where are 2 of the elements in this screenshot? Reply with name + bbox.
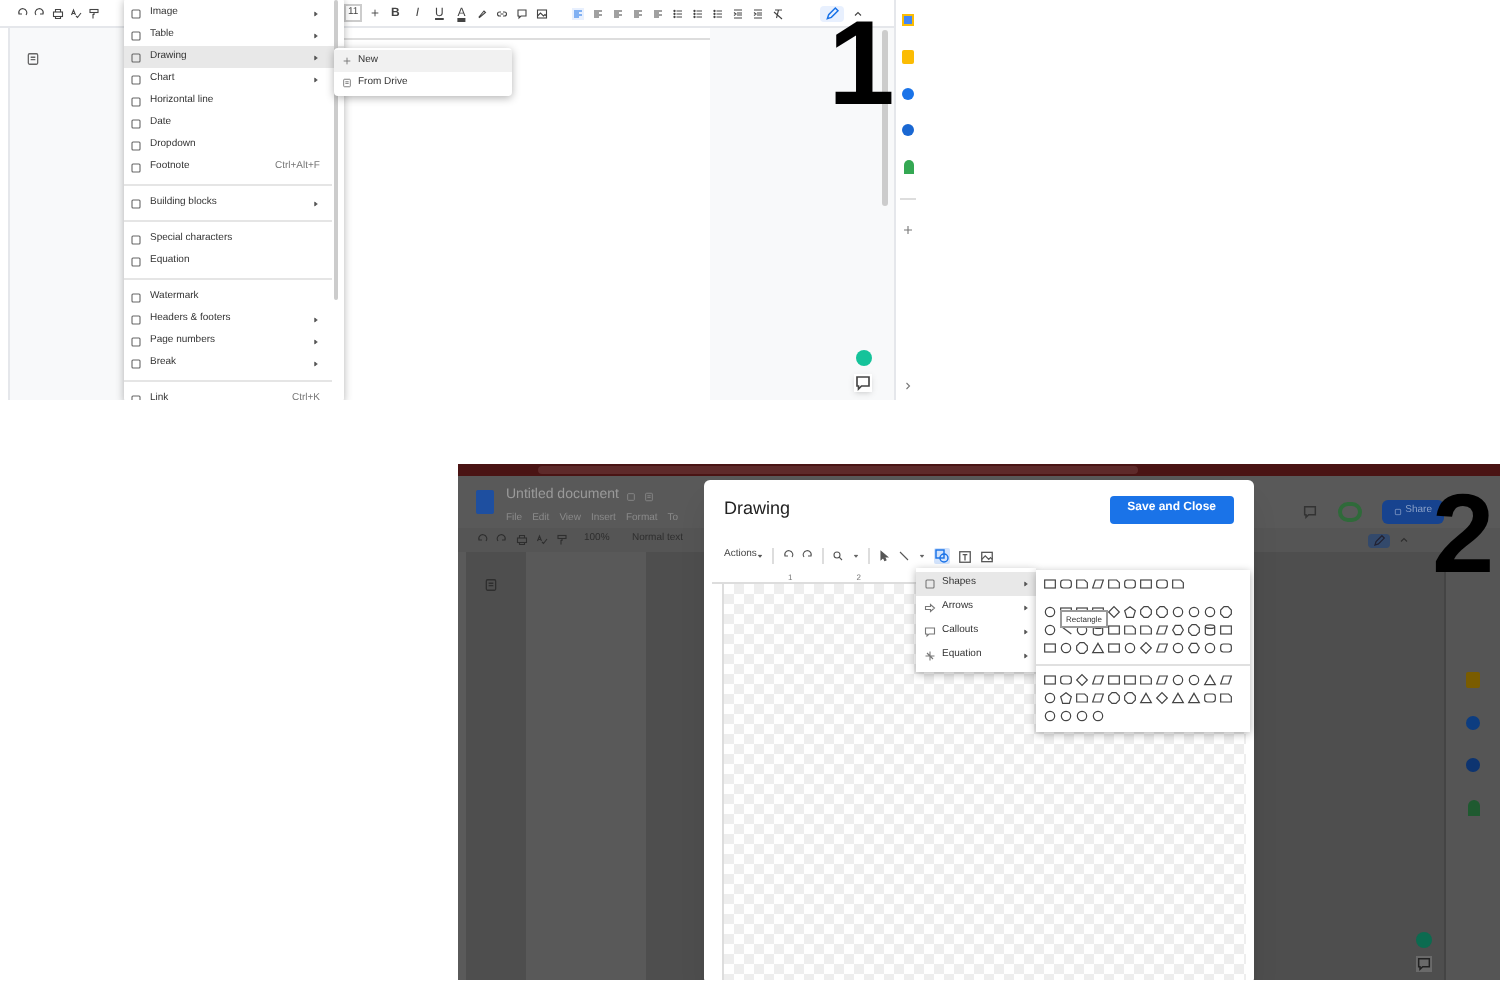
dialog-title: Drawing [724, 495, 791, 522]
step-number: 1 [828, 20, 895, 108]
